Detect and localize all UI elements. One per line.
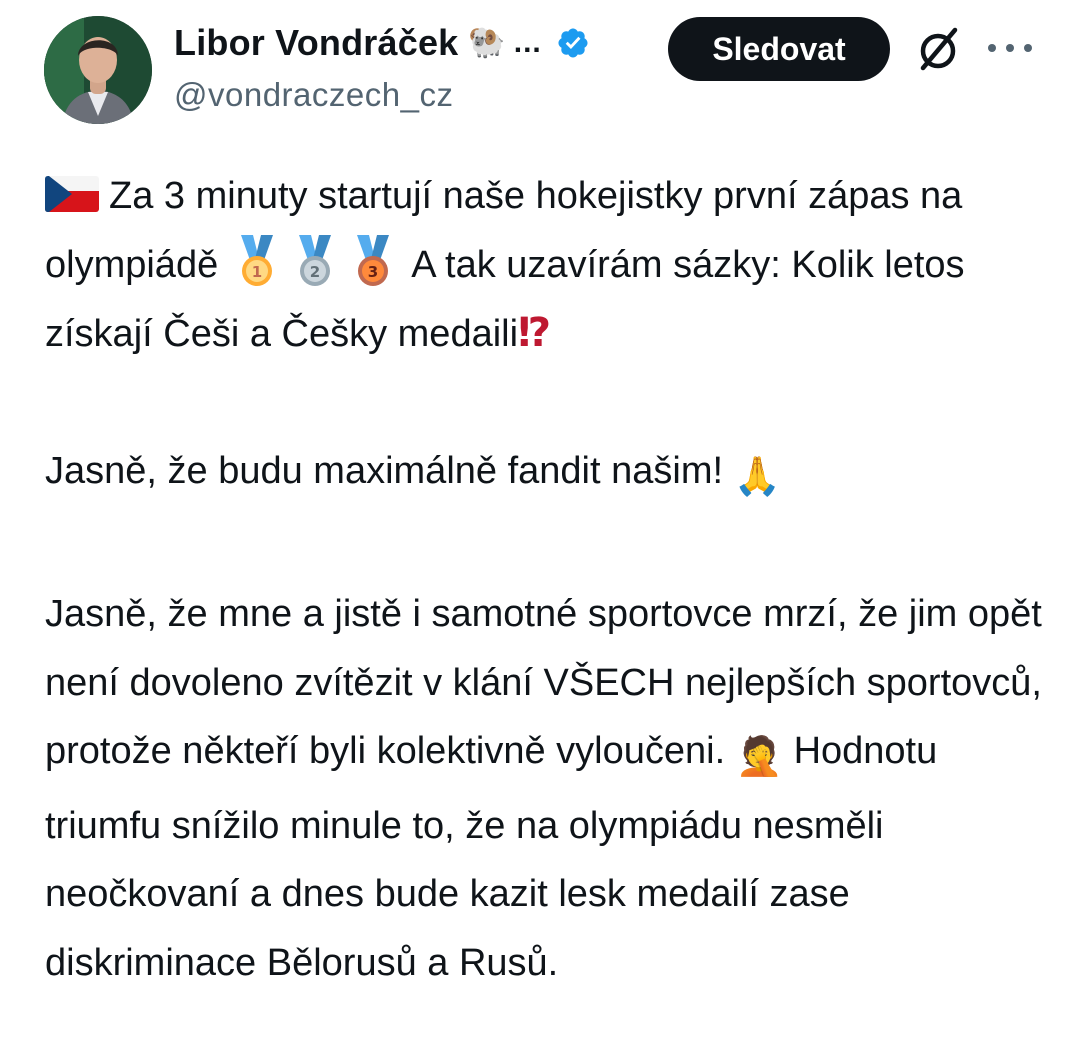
more-dot bbox=[1024, 44, 1032, 52]
avatar[interactable] bbox=[44, 16, 152, 124]
medal-number: 1 bbox=[252, 263, 262, 281]
avatar-photo bbox=[44, 16, 152, 124]
tweet-paragraph-1: Za 3 minuty startují naše hokejistky prv… bbox=[45, 162, 1055, 369]
bronze-medal-icon: 3 bbox=[356, 234, 389, 286]
tweet-text-p2: Jasně, že budu maximálně fandit našim! bbox=[45, 450, 734, 492]
verified-badge-icon bbox=[558, 28, 588, 58]
tweet-paragraph-2: Jasně, že budu maximálně fandit našim! 🙏 bbox=[45, 437, 1055, 512]
medal-number: 3 bbox=[368, 263, 378, 281]
sheep-icon: 🐏 bbox=[468, 26, 506, 59]
more-dot bbox=[1006, 44, 1014, 52]
facepalm-icon: 🤦 bbox=[735, 736, 784, 778]
follow-button[interactable]: Sledovat bbox=[668, 17, 890, 81]
author-name[interactable]: Libor Vondráček bbox=[174, 22, 458, 64]
author-handle[interactable]: @vondraczech_cz bbox=[174, 76, 453, 114]
tweet-header: Libor Vondráček 🐏 ... @vondraczech_cz Sl… bbox=[0, 0, 1080, 140]
medal-number: 2 bbox=[310, 263, 320, 281]
gold-medal-icon: 1 bbox=[240, 234, 273, 286]
folded-hands-icon: 🙏 bbox=[733, 456, 781, 498]
author-name-row: Libor Vondráček 🐏 ... bbox=[174, 18, 590, 68]
tweet-paragraph-3: Jasně, že mne a jistě i samotné sportovc… bbox=[45, 580, 1055, 997]
exclamation-question-icon: ⁉ bbox=[518, 311, 551, 355]
more-options-icon[interactable] bbox=[988, 28, 1032, 68]
silver-medal-icon: 2 bbox=[298, 234, 331, 286]
czech-flag-icon bbox=[45, 176, 99, 212]
tweet-text: Za 3 minuty startují naše hokejistky prv… bbox=[45, 162, 1055, 997]
name-ellipsis: ... bbox=[513, 26, 542, 59]
more-dot bbox=[988, 44, 996, 52]
grok-icon[interactable] bbox=[913, 24, 963, 74]
